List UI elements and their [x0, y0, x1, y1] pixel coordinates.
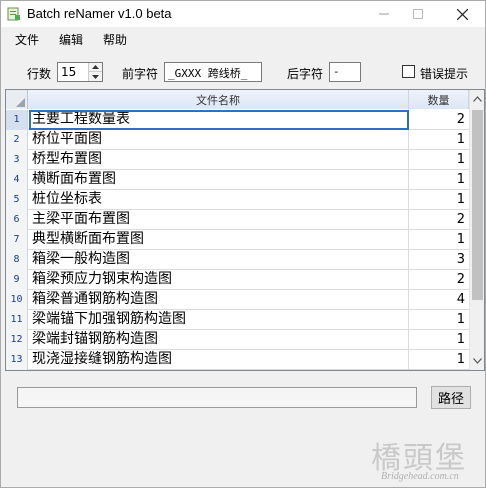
stepper-up-button[interactable]: [89, 63, 102, 72]
cell-file-name[interactable]: 桩位坐标表: [29, 190, 409, 210]
table-row[interactable]: 9 箱梁预应力钢束构造图 2: [6, 270, 469, 290]
menu-file[interactable]: 文件: [15, 31, 39, 48]
row-number[interactable]: 12: [6, 330, 28, 350]
table-row[interactable]: 10 箱梁普通钢筋构造图 4: [6, 290, 469, 310]
app-icon: [7, 7, 20, 21]
table-row[interactable]: 13 现浇湿接缝钢筋构造图 1: [6, 350, 469, 370]
scroll-thumb[interactable]: [472, 110, 483, 300]
suffix-label: 后字符: [287, 67, 324, 81]
error-hint-checkbox[interactable]: [402, 65, 415, 78]
watermark-url: Bridgehead.com.cn: [381, 471, 459, 482]
column-header-qty[interactable]: 数量: [409, 90, 469, 109]
chevron-down-icon: [473, 358, 482, 364]
cell-quantity[interactable]: 3: [410, 250, 469, 270]
row-number[interactable]: 13: [6, 350, 28, 370]
table-row[interactable]: 8 箱梁一般构造图 3: [6, 250, 469, 270]
prefix-input[interactable]: _GXXX 跨线桥_: [164, 62, 262, 82]
column-header-name[interactable]: 文件名称: [28, 90, 409, 109]
scroll-up-button[interactable]: [470, 92, 484, 106]
cell-quantity[interactable]: 2: [410, 110, 469, 130]
rows-stepper[interactable]: 15: [57, 62, 103, 82]
cell-quantity[interactable]: 2: [410, 270, 469, 290]
chevron-up-icon: [473, 96, 482, 102]
cell-file-name[interactable]: 箱梁预应力钢束构造图: [29, 270, 409, 290]
cell-quantity[interactable]: 1: [410, 310, 469, 330]
close-button[interactable]: [445, 1, 479, 27]
arrow-up-icon: [92, 65, 99, 69]
table-row[interactable]: 11 梁端锚下加强钢筋构造图 1: [6, 310, 469, 330]
minimize-button[interactable]: [367, 1, 401, 27]
arrow-down-icon: [92, 74, 99, 79]
table-row[interactable]: 1 主要工程数量表 2: [6, 110, 469, 130]
cell-quantity[interactable]: 1: [410, 230, 469, 250]
cell-file-name[interactable]: 桥位平面图: [29, 130, 409, 150]
menu-bar: 文件 编辑 帮助: [1, 27, 485, 51]
cell-quantity[interactable]: 4: [410, 290, 469, 310]
menu-edit[interactable]: 编辑: [59, 31, 83, 48]
error-hint-label[interactable]: 错误提示: [420, 65, 468, 82]
cell-file-name[interactable]: 主要工程数量表: [29, 110, 409, 130]
minimize-icon: [379, 13, 389, 15]
row-number[interactable]: 1: [6, 110, 28, 130]
cell-file-name[interactable]: 梁端锚下加强钢筋构造图: [29, 310, 409, 330]
rows-label: 行数: [27, 67, 52, 81]
watermark-logo: 橋頭堡 Bridgehead.com.cn: [371, 433, 481, 485]
file-grid[interactable]: 文件名称 数量 1 主要工程数量表 2 2 桥位平面图 1 3 桥型布置图 1 …: [5, 89, 485, 371]
table-row[interactable]: 5 桩位坐标表 1: [6, 190, 469, 210]
row-number[interactable]: 8: [6, 250, 28, 270]
cell-quantity[interactable]: 1: [410, 130, 469, 150]
path-input[interactable]: [17, 387, 417, 408]
cell-quantity[interactable]: 1: [410, 350, 469, 370]
cell-file-name[interactable]: 箱梁普通钢筋构造图: [29, 290, 409, 310]
table-row[interactable]: 4 横断面布置图 1: [6, 170, 469, 190]
row-number[interactable]: 3: [6, 150, 28, 170]
grid-corner[interactable]: [6, 90, 28, 109]
rows-value[interactable]: 15: [61, 65, 76, 79]
table-row[interactable]: 6 主梁平面布置图 2: [6, 210, 469, 230]
prefix-label: 前字符: [122, 67, 159, 81]
table-row[interactable]: 12 梁端封锚钢筋构造图 1: [6, 330, 469, 350]
row-number[interactable]: 2: [6, 130, 28, 150]
scroll-down-button[interactable]: [470, 354, 484, 368]
cell-file-name[interactable]: 箱梁一般构造图: [29, 250, 409, 270]
cell-file-name[interactable]: 桥型布置图: [29, 150, 409, 170]
row-number[interactable]: 7: [6, 230, 28, 250]
row-number[interactable]: 9: [6, 270, 28, 290]
cell-quantity[interactable]: 1: [410, 170, 469, 190]
row-number[interactable]: 6: [6, 210, 28, 230]
maximize-icon: [413, 9, 423, 19]
cell-file-name[interactable]: 现浇湿接缝钢筋构造图: [29, 350, 409, 370]
grid-header: 文件名称 数量: [6, 90, 484, 109]
stepper-buttons: [88, 63, 102, 81]
table-row[interactable]: 2 桥位平面图 1: [6, 130, 469, 150]
cell-quantity[interactable]: 1: [410, 190, 469, 210]
cell-quantity[interactable]: 2: [410, 210, 469, 230]
row-number[interactable]: 5: [6, 190, 28, 210]
cell-file-name[interactable]: 横断面布置图: [29, 170, 409, 190]
stepper-down-button[interactable]: [89, 72, 102, 81]
window-title: Batch reNamer v1.0 beta: [27, 6, 172, 21]
close-icon: [456, 8, 468, 20]
cell-file-name[interactable]: 主梁平面布置图: [29, 210, 409, 230]
row-number[interactable]: 4: [6, 170, 28, 190]
row-number[interactable]: 11: [6, 310, 28, 330]
cell-file-name[interactable]: 梁端封锚钢筋构造图: [29, 330, 409, 350]
menu-help[interactable]: 帮助: [103, 31, 127, 48]
table-row[interactable]: 7 典型横断面布置图 1: [6, 230, 469, 250]
table-row[interactable]: 3 桥型布置图 1: [6, 150, 469, 170]
title-bar[interactable]: Batch reNamer v1.0 beta: [1, 1, 485, 27]
suffix-input[interactable]: -: [329, 62, 361, 82]
cell-file-name[interactable]: 典型横断面布置图: [29, 230, 409, 250]
cell-quantity[interactable]: 1: [410, 150, 469, 170]
corner-triangle-icon: [16, 98, 25, 107]
grid-rows: 1 主要工程数量表 2 2 桥位平面图 1 3 桥型布置图 1 4 横断面布置图…: [6, 110, 469, 370]
row-number[interactable]: 10: [6, 290, 28, 310]
cell-quantity[interactable]: 1: [410, 330, 469, 350]
main-window: Batch reNamer v1.0 beta 文件 编辑 帮助 行数 15 前…: [0, 0, 486, 488]
maximize-button[interactable]: [401, 1, 435, 27]
vertical-scrollbar[interactable]: [469, 90, 484, 370]
path-button[interactable]: 路径: [431, 386, 471, 409]
